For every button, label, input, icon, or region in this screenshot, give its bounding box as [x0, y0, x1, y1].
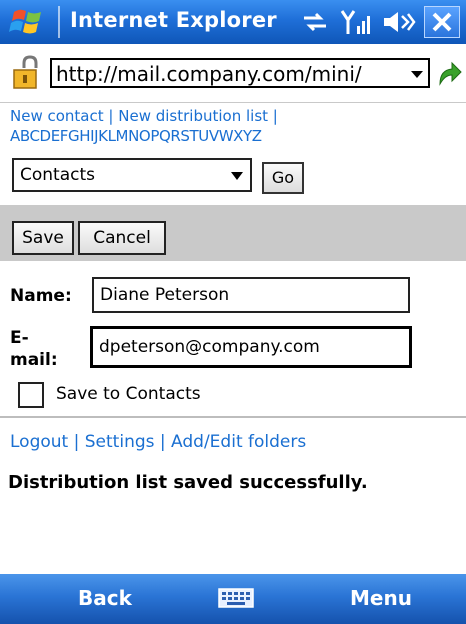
go-button[interactable]: Go: [262, 162, 304, 194]
lock-icon: [13, 55, 38, 89]
new-distribution-list-link[interactable]: New distribution list: [118, 107, 268, 125]
cancel-button[interactable]: Cancel: [78, 221, 166, 255]
status-message: Distribution list saved successfully.: [8, 472, 368, 493]
close-button[interactable]: [424, 6, 460, 38]
form-divider: [0, 416, 466, 418]
signal-icon: [340, 10, 370, 34]
save-button[interactable]: Save: [12, 221, 74, 255]
settings-link[interactable]: Settings: [85, 432, 155, 452]
email-label-line2: mail:: [10, 350, 58, 370]
add-edit-folders-link[interactable]: Add/Edit folders: [171, 432, 306, 452]
keyboard-icon[interactable]: [218, 588, 254, 608]
name-field[interactable]: Diane Peterson: [92, 277, 410, 313]
speaker-icon: [384, 12, 416, 32]
logout-link[interactable]: Logout: [10, 432, 68, 452]
folder-selected-value: Contacts: [20, 165, 95, 185]
top-links: New contact | New distribution list | AB…: [10, 106, 460, 146]
link-separator: |: [108, 107, 114, 125]
close-icon: [432, 12, 452, 32]
folder-select[interactable]: Contacts: [12, 158, 252, 192]
email-label-line1: E-: [10, 328, 29, 348]
go-arrow-icon[interactable]: [436, 60, 462, 88]
soft-key-bar: Back Menu: [0, 574, 466, 624]
title-bar: Internet Explorer: [0, 0, 466, 44]
sync-arrows-icon: [304, 12, 326, 32]
link-separator: |: [272, 107, 278, 125]
name-label: Name:: [10, 286, 72, 306]
url-text: http://mail.company.com/mini/: [56, 62, 362, 86]
chevron-down-icon: [231, 172, 243, 180]
save-to-contacts-label: Save to Contacts: [56, 384, 201, 404]
alphabet-index-links[interactable]: ABCDEFGHIJKLMNOPQRSTUVWXYZ: [10, 127, 262, 145]
title-separator: [58, 6, 60, 38]
link-separator: |: [73, 432, 80, 452]
new-contact-link[interactable]: New contact: [10, 107, 104, 125]
app-title: Internet Explorer: [70, 8, 277, 32]
save-to-contacts-checkbox[interactable]: [18, 382, 44, 408]
menu-softkey[interactable]: Menu: [350, 586, 412, 610]
email-value: dpeterson@company.com: [99, 337, 320, 357]
windows-flag-icon[interactable]: [8, 6, 48, 38]
address-bar: http://mail.company.com/mini/: [0, 44, 466, 103]
back-softkey[interactable]: Back: [78, 586, 132, 610]
email-field[interactable]: dpeterson@company.com: [90, 326, 412, 368]
bottom-links: Logout | Settings | Add/Edit folders: [10, 432, 306, 452]
url-input[interactable]: http://mail.company.com/mini/: [50, 58, 430, 88]
link-separator: |: [159, 432, 166, 452]
name-value: Diane Peterson: [100, 285, 230, 305]
dropdown-arrow-icon[interactable]: [408, 65, 426, 83]
